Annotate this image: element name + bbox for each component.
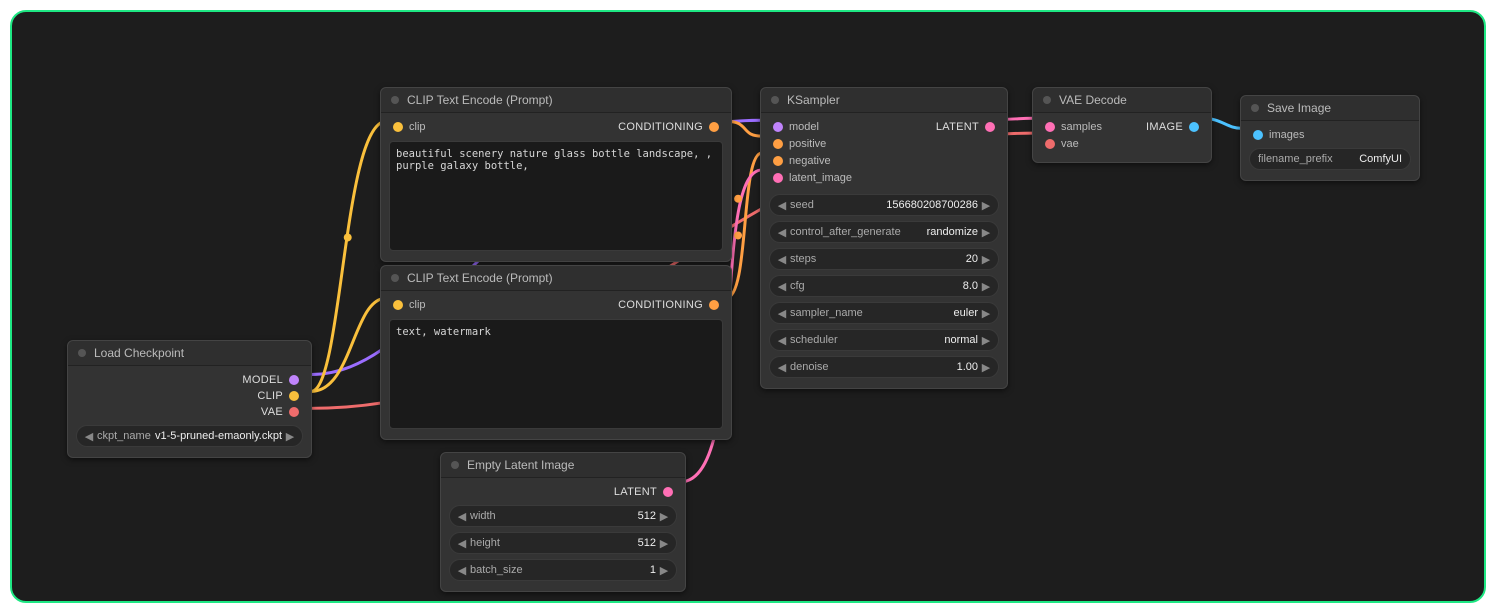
input-port-clip[interactable]: clip — [389, 297, 430, 313]
collapse-icon[interactable] — [1251, 104, 1259, 112]
output-port-clip[interactable]: CLIP — [76, 388, 303, 404]
widget-steps[interactable]: ◀steps20▶ — [769, 248, 999, 270]
port-dot-latent-icon — [985, 122, 995, 132]
output-port-latent[interactable]: LATENT — [449, 484, 677, 500]
arrow-left-icon[interactable]: ◀ — [456, 537, 468, 550]
arrow-right-icon[interactable]: ▶ — [980, 280, 992, 293]
widget-batch-size[interactable]: ◀ batch_size 1 ▶ — [449, 559, 677, 581]
node-header[interactable]: KSampler — [761, 88, 1007, 113]
node-clip-text-encode-positive[interactable]: CLIP Text Encode (Prompt) clip CONDITION… — [380, 87, 732, 262]
widget-scheduler[interactable]: ◀schedulernormal▶ — [769, 329, 999, 351]
collapse-icon[interactable] — [78, 349, 86, 357]
node-load-checkpoint[interactable]: Load Checkpoint MODEL CLIP VAE ◀ ckpt_na… — [67, 340, 312, 458]
arrow-left-icon[interactable]: ◀ — [456, 564, 468, 577]
output-port-conditioning[interactable]: CONDITIONING — [614, 297, 723, 313]
arrow-left-icon[interactable]: ◀ — [83, 430, 95, 443]
arrow-left-icon[interactable]: ◀ — [776, 199, 788, 212]
prompt-textarea-positive[interactable]: beautiful scenery nature glass bottle la… — [389, 141, 723, 251]
arrow-right-icon[interactable]: ▶ — [980, 307, 992, 320]
node-title: Empty Latent Image — [467, 458, 574, 472]
widget-sampler-name[interactable]: ◀sampler_nameeuler▶ — [769, 302, 999, 324]
arrow-left-icon[interactable]: ◀ — [456, 510, 468, 523]
arrow-left-icon[interactable]: ◀ — [776, 226, 788, 239]
port-dot-model-icon — [773, 122, 783, 132]
node-header[interactable]: CLIP Text Encode (Prompt) — [381, 266, 731, 291]
arrow-right-icon[interactable]: ▶ — [980, 199, 992, 212]
node-header[interactable]: Empty Latent Image — [441, 453, 685, 478]
widget-denoise[interactable]: ◀denoise1.00▶ — [769, 356, 999, 378]
node-title: Load Checkpoint — [94, 346, 184, 360]
arrow-right-icon[interactable]: ▶ — [284, 430, 296, 443]
widget-control-after-generate[interactable]: ◀control_after_generaterandomize▶ — [769, 221, 999, 243]
arrow-right-icon[interactable]: ▶ — [658, 510, 670, 523]
port-dot-conditioning-icon — [773, 139, 783, 149]
output-port-latent[interactable]: LATENT — [932, 119, 999, 135]
node-title: KSampler — [787, 93, 840, 107]
output-port-vae[interactable]: VAE — [76, 404, 303, 420]
widget-width[interactable]: ◀ width 512 ▶ — [449, 505, 677, 527]
collapse-icon[interactable] — [391, 96, 399, 104]
node-title: CLIP Text Encode (Prompt) — [407, 93, 553, 107]
output-port-conditioning[interactable]: CONDITIONING — [614, 119, 723, 135]
node-save-image[interactable]: Save Image images filename_prefix ComfyU… — [1240, 95, 1420, 181]
node-header[interactable]: Load Checkpoint — [68, 341, 311, 366]
node-clip-text-encode-negative[interactable]: CLIP Text Encode (Prompt) clip CONDITION… — [380, 265, 732, 440]
arrow-right-icon[interactable]: ▶ — [980, 226, 992, 239]
port-dot-image-icon — [1253, 130, 1263, 140]
port-dot-vae-icon — [1045, 139, 1055, 149]
output-port-image[interactable]: IMAGE — [1142, 119, 1203, 135]
arrow-left-icon[interactable]: ◀ — [776, 253, 788, 266]
widget-filename-prefix[interactable]: filename_prefix ComfyUI — [1249, 148, 1411, 170]
prompt-textarea-negative[interactable]: text, watermark — [389, 319, 723, 429]
arrow-right-icon[interactable]: ▶ — [658, 537, 670, 550]
arrow-right-icon[interactable]: ▶ — [980, 361, 992, 374]
widget-seed[interactable]: ◀seed156680208700286▶ — [769, 194, 999, 216]
port-dot-clip-icon — [393, 122, 403, 132]
input-port-positive[interactable]: positive — [769, 136, 999, 152]
port-dot-conditioning-icon — [709, 300, 719, 310]
node-empty-latent-image[interactable]: Empty Latent Image LATENT ◀ width 512 ▶ … — [440, 452, 686, 592]
arrow-right-icon[interactable]: ▶ — [980, 253, 992, 266]
widget-height[interactable]: ◀ height 512 ▶ — [449, 532, 677, 554]
collapse-icon[interactable] — [391, 274, 399, 282]
collapse-icon[interactable] — [451, 461, 459, 469]
collapse-icon[interactable] — [1043, 96, 1051, 104]
arrow-left-icon[interactable]: ◀ — [776, 334, 788, 347]
node-title: Save Image — [1267, 101, 1331, 115]
port-dot-latent-icon — [773, 173, 783, 183]
input-port-clip[interactable]: clip — [389, 119, 430, 135]
port-dot-latent-icon — [663, 487, 673, 497]
widget-cfg[interactable]: ◀cfg8.0▶ — [769, 275, 999, 297]
output-port-model[interactable]: MODEL — [76, 372, 303, 388]
input-port-images[interactable]: images — [1249, 127, 1411, 143]
input-port-vae[interactable]: vae — [1041, 136, 1203, 152]
port-dot-image-icon — [1189, 122, 1199, 132]
input-port-negative[interactable]: negative — [769, 153, 999, 169]
node-header[interactable]: CLIP Text Encode (Prompt) — [381, 88, 731, 113]
port-dot-conditioning-icon — [709, 122, 719, 132]
port-dot-latent-icon — [1045, 122, 1055, 132]
arrow-left-icon[interactable]: ◀ — [776, 307, 788, 320]
app-frame: Load Checkpoint MODEL CLIP VAE ◀ ckpt_na… — [10, 10, 1486, 603]
node-header[interactable]: Save Image — [1241, 96, 1419, 121]
port-dot-clip-icon — [289, 391, 299, 401]
arrow-left-icon[interactable]: ◀ — [776, 280, 788, 293]
port-dot-model-icon — [289, 375, 299, 385]
widget-ckpt-name[interactable]: ◀ ckpt_name v1-5-pruned-emaonly.ckpt ▶ — [76, 425, 303, 447]
node-title: CLIP Text Encode (Prompt) — [407, 271, 553, 285]
port-dot-clip-icon — [393, 300, 403, 310]
port-dot-conditioning-icon — [773, 156, 783, 166]
collapse-icon[interactable] — [771, 96, 779, 104]
input-port-latent-image[interactable]: latent_image — [769, 170, 999, 186]
arrow-right-icon[interactable]: ▶ — [658, 564, 670, 577]
node-canvas[interactable]: Load Checkpoint MODEL CLIP VAE ◀ ckpt_na… — [12, 12, 1484, 601]
node-title: VAE Decode — [1059, 93, 1127, 107]
node-ksampler[interactable]: KSampler model positive negative la — [760, 87, 1008, 389]
arrow-left-icon[interactable]: ◀ — [776, 361, 788, 374]
node-header[interactable]: VAE Decode — [1033, 88, 1211, 113]
node-vae-decode[interactable]: VAE Decode samples vae IMAGE — [1032, 87, 1212, 163]
arrow-right-icon[interactable]: ▶ — [980, 334, 992, 347]
port-dot-vae-icon — [289, 407, 299, 417]
